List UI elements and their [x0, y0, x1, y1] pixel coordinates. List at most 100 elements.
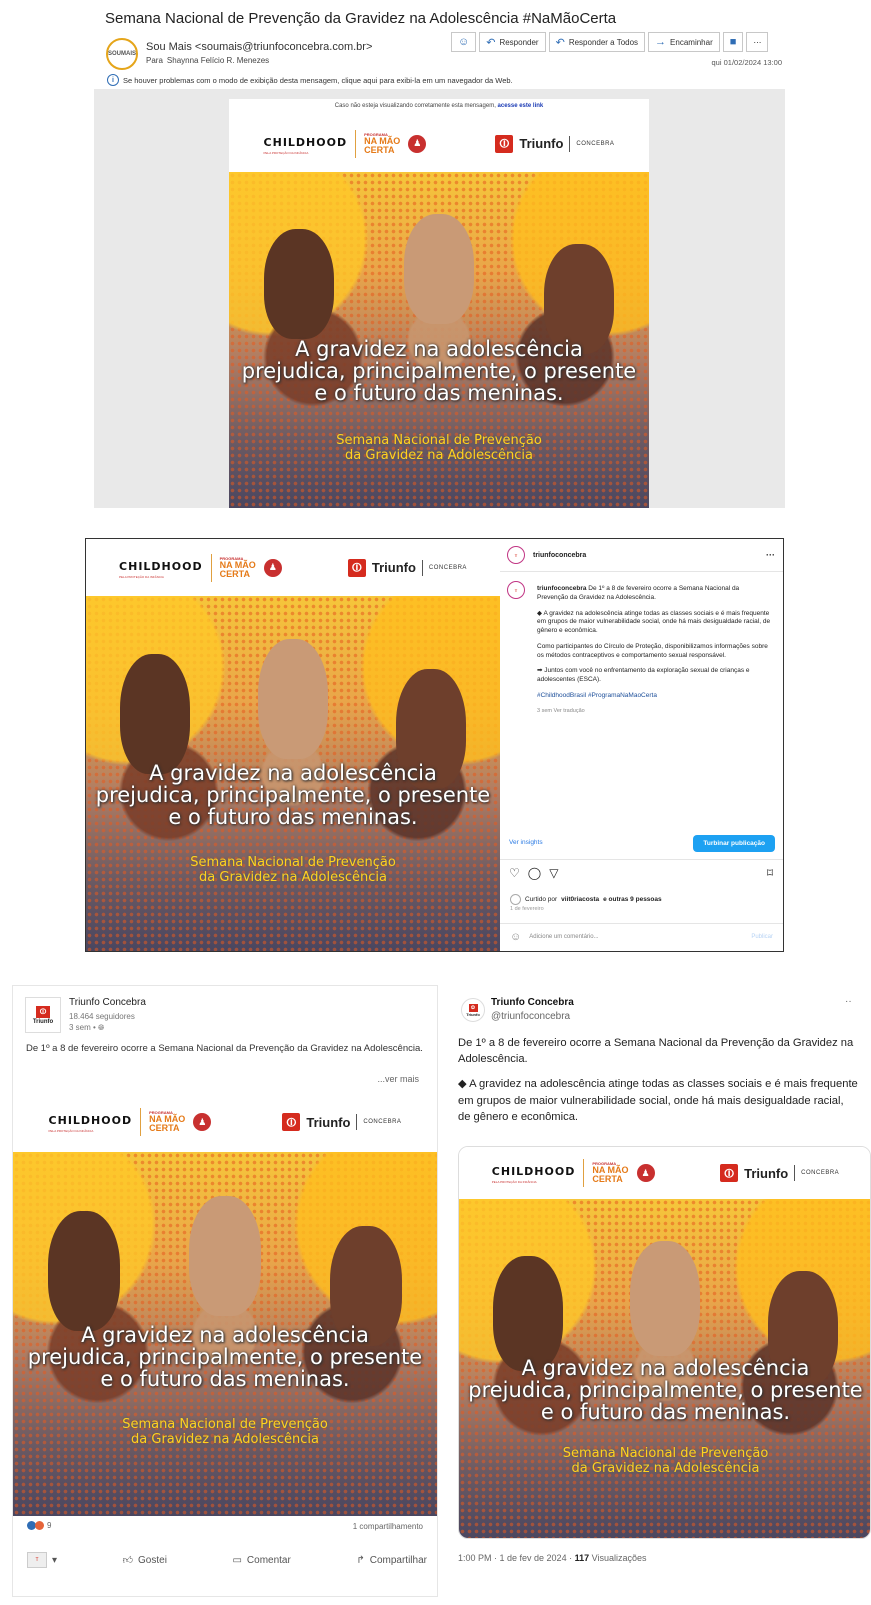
divider: [500, 923, 783, 924]
x-creative: CHILDHOOD PELA PROTEÇÃO DA INFÂNCIA PROGR…: [459, 1147, 870, 1538]
creative-header: CHILDHOOD PELA PROTEÇÃO DA INFÂNCIA PROGR…: [229, 115, 649, 172]
linkedin-reactions[interactable]: 9: [27, 1521, 51, 1530]
comment-icon: ▭: [232, 1554, 242, 1566]
family-icon: ♟: [193, 1113, 212, 1131]
ig-insights-link[interactable]: Ver insights: [509, 839, 543, 846]
triunfo-mark-icon: ⏼: [347, 558, 366, 577]
x-post-text: De 1º a 8 de fevereiro ocorre a Semana N…: [458, 1037, 858, 1123]
teams-icon: ■: [729, 36, 737, 48]
share-button[interactable]: ↱ Compartilhar: [356, 1555, 427, 1566]
more-actions-button[interactable]: ⋯: [746, 32, 769, 52]
ig-post-date: 1 de fevereiro: [510, 906, 544, 912]
email-subject: Semana Nacional de Prevenção da Gravidez…: [105, 10, 617, 27]
view-notice: Caso não esteja visualizando corretament…: [334, 103, 544, 109]
reply-icon: ↶: [486, 36, 496, 49]
childhood-logo: CHILDHOOD PELA PROTEÇÃO DA INFÂNCIA PROGR…: [492, 1159, 655, 1187]
heart-icon[interactable]: ♡: [509, 866, 520, 880]
triunfo-mark-icon: ⏼: [720, 1164, 739, 1182]
share-icon: ↱: [356, 1554, 365, 1566]
x-more-button[interactable]: ··: [845, 996, 852, 1007]
ig-more-button[interactable]: ···: [766, 550, 775, 560]
view-online-link[interactable]: acesse este link: [498, 103, 544, 109]
linkedin-post-text: De 1º a 8 de fevereiro ocorre a Semana N…: [26, 1043, 423, 1054]
triunfo-mark-icon: ⏼: [468, 1003, 478, 1012]
emoji-icon[interactable]: ☺: [510, 931, 521, 943]
email-creative: CHILDHOOD PELA PROTEÇÃO DA INFÂNCIA PROGR…: [229, 115, 649, 508]
ig-publish-button[interactable]: Publicar: [751, 934, 773, 940]
creative-headline: A gravidez na adolescência prejudica, pri…: [241, 337, 637, 406]
divider: [500, 859, 783, 860]
triunfo-mark-icon: ⏼: [282, 1113, 301, 1131]
ig-hashtags[interactable]: #ChildhoodBrasil #ProgramaNaMaoCerta: [537, 692, 771, 701]
ig-meta: 3 sem Ver tradução: [537, 707, 585, 714]
forward-button[interactable]: → Encaminhar: [648, 32, 720, 52]
comment-icon[interactable]: ◯: [528, 866, 541, 880]
sender-avatar: SOUMAIS: [106, 38, 138, 70]
instagram-creative: CHILDHOOD PELA PROTEÇÃO DA INFÂNCIA PROGR…: [86, 539, 500, 951]
triunfo-mark-icon: ⏼: [495, 134, 514, 153]
creative-photo: A gravidez na adolescência prejudica, pri…: [229, 172, 649, 508]
linkedin-action-bar: T ▾ 👍︎ Gostei ▭ Comentar ↱ Compartilhar: [27, 1552, 427, 1568]
bookmark-icon[interactable]: ⌑: [767, 866, 773, 880]
linkedin-creative: CHILDHOOD PELA PROTEÇÃO DA INFÂNCIA PROGR…: [13, 1092, 437, 1516]
forward-icon: →: [655, 36, 667, 48]
teams-button[interactable]: ■: [722, 32, 744, 52]
heart-reaction-icon: [35, 1521, 44, 1530]
creative-header: CHILDHOOD PELA PROTEÇÃO DA INFÂNCIA PROGR…: [13, 1092, 437, 1152]
instagram-side-panel: T triunfoconcebra ··· T triunfoconcebra …: [500, 539, 783, 951]
ig-liked-by[interactable]: Curtido por viit0riacosta e outras 9 pes…: [510, 894, 662, 905]
childhood-logo: CHILDHOOD PELA PROTEÇÃO DA INFÂNCIA PROGR…: [119, 553, 282, 582]
ig-comment-input[interactable]: Adicione um comentário...: [529, 934, 598, 940]
email-recipient: Para Shaynna Felício R. Menezes: [146, 56, 270, 65]
ig-comment-bar: ☺ Adicione um comentário... Publicar: [510, 931, 773, 943]
ig-caption-avatar[interactable]: T: [507, 581, 525, 599]
linkedin-see-more[interactable]: ...ver mais: [377, 1074, 419, 1084]
triunfo-logo: ⏼ Triunfo CONCEBRA: [495, 134, 614, 153]
x-avatar[interactable]: ⏼ Triunfo: [461, 998, 485, 1022]
linkedin-company-name[interactable]: Triunfo Concebra: [69, 997, 146, 1008]
email-sender[interactable]: Sou Mais <soumais@triunfoconcebra.com.br…: [146, 41, 372, 53]
creative-subheadline: Semana Nacional de Prevenção da Gravidez …: [190, 855, 396, 885]
creative-subheadline: Semana Nacional de Prevenção da Gravidez …: [122, 1417, 328, 1447]
email-body: Caso não esteja visualizando corretament…: [229, 99, 649, 508]
creative-header: CHILDHOOD PELA PROTEÇÃO DA INFÂNCIA PROGR…: [459, 1147, 870, 1199]
divider: [500, 571, 783, 572]
triunfo-logo: ⏼ Triunfo CONCEBRA: [282, 1113, 401, 1131]
ig-username[interactable]: triunfoconcebra: [533, 552, 586, 559]
creative-headline: A gravidez na adolescência prejudica, pri…: [27, 1323, 423, 1392]
creative-subheadline: Semana Nacional de Prevenção da Gravidez …: [562, 1446, 769, 1476]
childhood-logo: CHILDHOOD PELA PROTEÇÃO DA INFÂNCIA PROGR…: [49, 1108, 212, 1136]
chevron-down-icon: ▾: [52, 1554, 58, 1566]
creative-subheadline: Semana Nacional de Prevenção da Gravidez …: [336, 433, 542, 463]
creative-photo: A gravidez na adolescência prejudica, pri…: [459, 1199, 870, 1538]
family-icon: ♟: [636, 1164, 655, 1182]
globe-icon: 🌐︎: [98, 1023, 105, 1032]
x-post-footer: 1:00 PM · 1 de fev de 2024 · 117 Visuali…: [458, 1553, 647, 1563]
reply-all-button[interactable]: ↶ Responder a Todos: [548, 32, 646, 52]
ig-action-bar: ♡ ◯ ▽ ⌑: [509, 866, 773, 880]
linkedin-shares[interactable]: 1 compartilhamento: [353, 1522, 423, 1531]
emoji-reaction-button[interactable]: ☺: [451, 32, 477, 52]
linkedin-time: 3 sem • 🌐︎: [69, 1023, 105, 1032]
info-bar[interactable]: i Se houver problemas com o modo de exib…: [107, 74, 513, 86]
x-handle[interactable]: @triunfoconcebra: [491, 1011, 570, 1022]
linkedin-followers: 18.464 seguidores: [69, 1012, 135, 1021]
linkedin-company-logo[interactable]: ⏼ Triunfo: [25, 997, 61, 1033]
triunfo-logo: ⏼ Triunfo CONCEBRA: [347, 558, 467, 577]
ig-header: T triunfoconcebra ···: [507, 546, 775, 564]
creative-headline: A gravidez na adolescência prejudica, pri…: [95, 761, 491, 830]
ig-boost-button[interactable]: Turbinar publicação: [693, 835, 775, 852]
childhood-logo: CHILDHOOD PELA PROTEÇÃO DA INFÂNCIA PROGR…: [264, 129, 427, 158]
like-button[interactable]: 👍︎ Gostei: [123, 1554, 167, 1567]
reply-button[interactable]: ↶ Responder: [479, 32, 546, 52]
company-avatar: T: [27, 1552, 47, 1568]
ig-avatar[interactable]: T: [507, 546, 525, 564]
share-icon[interactable]: ▽: [549, 866, 558, 880]
triunfo-logo: ⏼ Triunfo CONCEBRA: [720, 1164, 839, 1182]
comment-button[interactable]: ▭ Comentar: [232, 1555, 290, 1566]
liker-avatar: [510, 894, 521, 905]
x-display-name[interactable]: Triunfo Concebra: [491, 997, 574, 1008]
reaction-as-selector[interactable]: T ▾: [27, 1552, 57, 1568]
triunfo-mark-icon: ⏼: [36, 1005, 50, 1018]
x-media[interactable]: CHILDHOOD PELA PROTEÇÃO DA INFÂNCIA PROGR…: [458, 1146, 871, 1539]
